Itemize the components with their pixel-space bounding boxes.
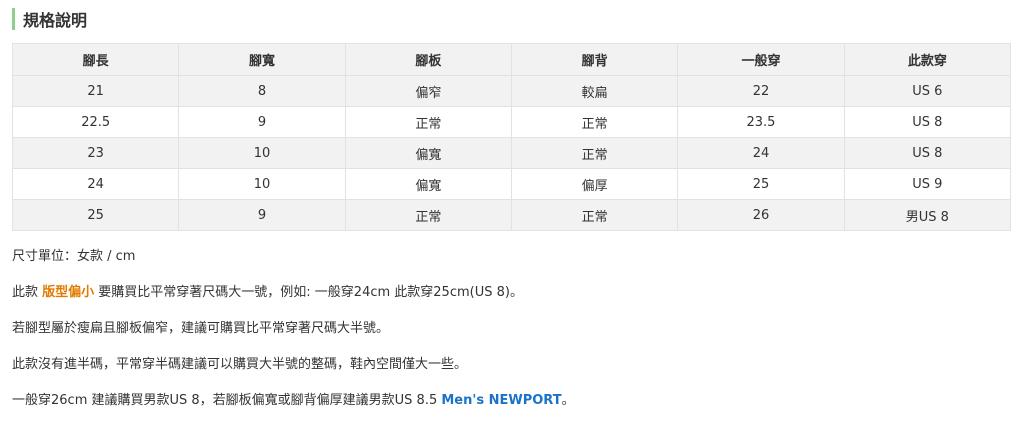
size-spec-table: 腳長 腳寬 腳板 腳背 一般穿 此款穿 21 8 偏窄 較扁 22 US 6 2… bbox=[11, 43, 1012, 231]
table-cell: US 8 bbox=[843, 106, 1012, 138]
header-usual-size: 一般穿 bbox=[677, 43, 845, 76]
header-this-model-size: 此款穿 bbox=[843, 43, 1012, 76]
table-cell: 正常 bbox=[344, 106, 512, 138]
table-cell: 21 bbox=[11, 75, 180, 107]
fit-note: 此款 版型偏小 要購買比平常穿著尺碼大一號，例如: 一般穿24cm 此款穿25c… bbox=[12, 284, 575, 302]
table-cell: 偏寬 bbox=[344, 168, 512, 200]
table-cell: 男US 8 bbox=[843, 199, 1012, 231]
table-cell: 24 bbox=[11, 168, 180, 200]
section-title: 規格說明 bbox=[23, 11, 88, 30]
table-cell: 10 bbox=[178, 137, 346, 169]
table-cell: 22 bbox=[677, 75, 845, 107]
table-cell: 22.5 bbox=[11, 106, 180, 138]
header-foot-board: 腳板 bbox=[344, 43, 512, 76]
table-cell: 10 bbox=[178, 168, 346, 200]
table-cell: 正常 bbox=[510, 137, 679, 169]
accent-bar bbox=[12, 8, 15, 30]
table-row: 22.5 9 正常 正常 23.5 US 8 bbox=[11, 106, 1012, 138]
table-cell: 正常 bbox=[344, 199, 512, 231]
header-foot-width: 腳寬 bbox=[178, 43, 346, 76]
table-cell: 25 bbox=[11, 199, 180, 231]
table-cell: 24 bbox=[677, 137, 845, 169]
table-cell: 偏窄 bbox=[344, 75, 512, 107]
table-cell: US 8 bbox=[843, 137, 1012, 169]
table-cell: US 9 bbox=[843, 168, 1012, 200]
table-cell: US 6 bbox=[843, 75, 1012, 107]
fit-note-suffix: 要購買比平常穿著尺碼大一號，例如: 一般穿24cm 此款穿25cm(US 8)。 bbox=[94, 285, 523, 300]
fit-note-prefix: 此款 bbox=[12, 285, 43, 300]
header-foot-length: 腳長 bbox=[11, 43, 180, 76]
table-cell: 8 bbox=[178, 75, 346, 107]
mens-note-prefix: 一般穿26cm 建議購買男款US 8，若腳板偏寬或腳背偏厚建議男款US 8.5 bbox=[12, 393, 442, 408]
table-cell: 9 bbox=[178, 199, 346, 231]
table-row: 24 10 偏寬 偏厚 25 US 9 bbox=[11, 168, 1012, 200]
table-row: 21 8 偏窄 較扁 22 US 6 bbox=[11, 75, 1012, 107]
size-notes: 尺寸單位：女款 / cm 此款 版型偏小 要購買比平常穿著尺碼大一號，例如: 一… bbox=[12, 248, 575, 428]
table-cell: 偏厚 bbox=[510, 168, 679, 200]
unit-note: 尺寸單位：女款 / cm bbox=[12, 249, 136, 264]
table-cell: 23.5 bbox=[677, 106, 845, 138]
mens-size-note: 一般穿26cm 建議購買男款US 8，若腳板偏寬或腳背偏厚建議男款US 8.5 … bbox=[12, 392, 575, 410]
table-row: 23 10 偏寬 正常 24 US 8 bbox=[11, 137, 1012, 169]
table-cell: 23 bbox=[11, 137, 180, 169]
table-cell: 25 bbox=[677, 168, 845, 200]
table-cell: 偏寬 bbox=[344, 137, 512, 169]
table-cell: 正常 bbox=[510, 199, 679, 231]
fit-highlight: 版型偏小 bbox=[42, 285, 95, 300]
narrow-foot-note: 若腳型屬於瘦扁且腳板偏窄，建議可購買比平常穿著尺碼大半號。 bbox=[12, 321, 390, 336]
table-cell: 26 bbox=[677, 199, 845, 231]
table-cell: 9 bbox=[178, 106, 346, 138]
table-cell: 較扁 bbox=[510, 75, 679, 107]
table-header-row: 腳長 腳寬 腳板 腳背 一般穿 此款穿 bbox=[11, 43, 1012, 76]
mens-note-suffix: 。 bbox=[561, 393, 575, 408]
header-instep: 腳背 bbox=[510, 43, 679, 76]
table-cell: 正常 bbox=[510, 106, 679, 138]
table-row: 25 9 正常 正常 26 男US 8 bbox=[11, 199, 1012, 231]
mens-newport-link[interactable]: Men's NEWPORT bbox=[441, 393, 561, 408]
half-size-note: 此款沒有進半碼，平常穿半碼建議可以購買大半號的整碼，鞋內空間僅大一些。 bbox=[12, 357, 468, 372]
section-heading: 規格說明 bbox=[12, 8, 87, 30]
